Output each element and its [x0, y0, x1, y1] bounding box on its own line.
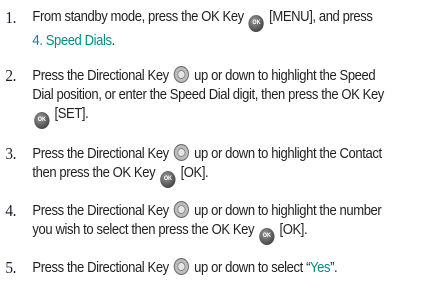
instruction-steps: 1. From standby mode, press the OK Key O… [0, 0, 432, 288]
directional-key-icon [173, 144, 190, 161]
ok-key-icon: OK [34, 112, 50, 129]
step-number: 3. [5, 144, 17, 163]
step-2: 2. Press the Directional Key up or down … [0, 66, 425, 129]
step-5: 5. Press the Directional Key up or down … [0, 258, 425, 278]
ok-key-icon: OK [160, 171, 176, 188]
directional-key-icon [173, 201, 190, 218]
ok-key-icon: OK [259, 228, 275, 245]
step-number: 5. [5, 258, 17, 277]
step-text: Press the Directional Key up or down to … [32, 258, 338, 276]
yes-option-label: Yes [310, 260, 331, 276]
step-text: Press the Directional Key up or down to … [32, 66, 424, 129]
step-4: 4. Press the Directional Key up or down … [0, 201, 425, 245]
ok-key-icon: OK [248, 15, 265, 32]
step-text: Press the Directional Key up or down to … [32, 201, 424, 245]
step-number: 4. [5, 201, 17, 220]
step-3: 3. Press the Directional Key up or down … [0, 144, 425, 188]
step-1: 1. From standby mode, press the OK Key O… [0, 8, 425, 51]
speed-dials-menu-label: 4. Speed Dials [32, 33, 112, 49]
step-number: 1. [5, 8, 17, 27]
step-number: 2. [5, 66, 17, 85]
directional-key-icon [173, 66, 190, 83]
directional-key-icon [173, 258, 190, 275]
step-text: From standby mode, press the OK Key OK [… [32, 9, 373, 49]
step-text: Press the Directional Key up or down to … [32, 144, 424, 188]
